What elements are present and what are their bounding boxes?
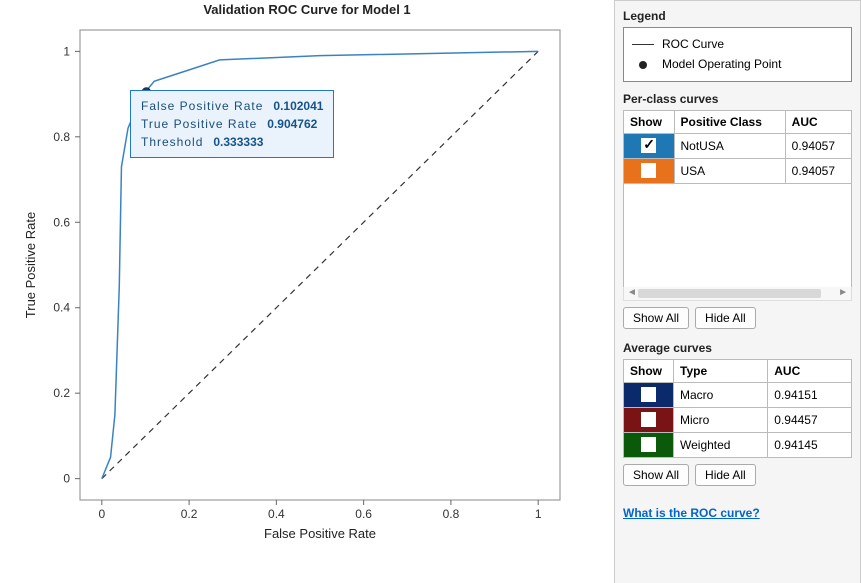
- table-header-row: Show Positive Class AUC: [624, 111, 851, 134]
- svg-text:0: 0: [63, 472, 70, 486]
- swatch-cell-usa[interactable]: [624, 158, 674, 183]
- auc-cell: 0.94057: [785, 133, 851, 158]
- chart-area: Validation ROC Curve for Model 1 00.20.4…: [0, 0, 614, 583]
- svg-text:0.8: 0.8: [53, 130, 70, 144]
- svg-text:True Positive Rate: True Positive Rate: [23, 212, 38, 318]
- auc-cell: 0.94457: [768, 407, 852, 432]
- line-icon: [632, 44, 654, 45]
- col-positive-class: Positive Class: [674, 111, 785, 134]
- legend-title: Legend: [623, 9, 852, 23]
- datatip: False Positive Rate 0.102041 True Positiv…: [130, 90, 334, 158]
- col-type: Type: [674, 359, 768, 382]
- legend-item-roc: ROC Curve: [632, 34, 843, 54]
- svg-text:0.2: 0.2: [53, 386, 70, 400]
- svg-text:0.2: 0.2: [181, 507, 198, 521]
- average-table: Show Type AUC Macro 0.94151 Micro 0.9445…: [623, 359, 852, 458]
- type-cell: Macro: [674, 382, 768, 407]
- checkbox-icon[interactable]: [641, 138, 656, 153]
- datatip-threshold-label: Threshold: [141, 133, 203, 151]
- class-cell: USA: [674, 158, 785, 183]
- svg-text:0.8: 0.8: [443, 507, 460, 521]
- per-class-title: Per-class curves: [623, 92, 852, 106]
- hide-all-button[interactable]: Hide All: [695, 464, 756, 486]
- horizontal-scrollbar[interactable]: [623, 287, 852, 301]
- svg-text:0.4: 0.4: [268, 507, 285, 521]
- datatip-fpr-value: 0.102041: [273, 97, 323, 115]
- datatip-fpr-label: False Positive Rate: [141, 97, 263, 115]
- legend-item-op: Model Operating Point: [632, 54, 843, 74]
- table-row: USA 0.94057: [624, 158, 851, 183]
- checkbox-icon[interactable]: [641, 412, 656, 427]
- auc-cell: 0.94057: [785, 158, 851, 183]
- swatch-cell-macro[interactable]: [624, 382, 674, 407]
- show-all-button[interactable]: Show All: [623, 307, 689, 329]
- svg-text:0.4: 0.4: [53, 301, 70, 315]
- help-link[interactable]: What is the ROC curve?: [623, 506, 760, 520]
- svg-text:0.6: 0.6: [53, 215, 70, 229]
- datatip-tpr-value: 0.904762: [267, 115, 317, 133]
- svg-text:0: 0: [98, 507, 105, 521]
- table-row: Micro 0.94457: [624, 407, 852, 432]
- legend-roc-label: ROC Curve: [662, 34, 724, 54]
- checkbox-icon[interactable]: [641, 163, 656, 178]
- average-button-row: Show All Hide All: [623, 464, 852, 486]
- col-auc: AUC: [768, 359, 852, 382]
- table-row: Macro 0.94151: [624, 382, 852, 407]
- dot-icon: [632, 61, 654, 69]
- per-class-table: Show Positive Class AUC NotUSA 0.94057 U…: [624, 111, 851, 184]
- auc-cell: 0.94151: [768, 382, 852, 407]
- per-class-table-wrap: Show Positive Class AUC NotUSA 0.94057 U…: [623, 110, 852, 288]
- svg-text:1: 1: [63, 44, 70, 58]
- datatip-tpr-label: True Positive Rate: [141, 115, 257, 133]
- col-show: Show: [624, 359, 674, 382]
- legend-box: ROC Curve Model Operating Point: [623, 27, 852, 82]
- hide-all-button[interactable]: Hide All: [695, 307, 756, 329]
- table-row: Weighted 0.94145: [624, 432, 852, 457]
- auc-cell: 0.94145: [768, 432, 852, 457]
- class-cell: NotUSA: [674, 133, 785, 158]
- datatip-threshold-value: 0.333333: [213, 133, 263, 151]
- checkbox-icon[interactable]: [641, 387, 656, 402]
- type-cell: Micro: [674, 407, 768, 432]
- swatch-cell-notusa[interactable]: [624, 133, 674, 158]
- type-cell: Weighted: [674, 432, 768, 457]
- side-panel: Legend ROC Curve Model Operating Point P…: [614, 0, 861, 583]
- legend-op-label: Model Operating Point: [662, 54, 781, 74]
- per-class-button-row: Show All Hide All: [623, 307, 852, 329]
- svg-text:0.6: 0.6: [355, 507, 372, 521]
- table-row: NotUSA 0.94057: [624, 133, 851, 158]
- swatch-cell-micro[interactable]: [624, 407, 674, 432]
- checkbox-icon[interactable]: [641, 437, 656, 452]
- average-title: Average curves: [623, 341, 852, 355]
- col-auc: AUC: [785, 111, 851, 134]
- swatch-cell-weighted[interactable]: [624, 432, 674, 457]
- roc-plot-svg: 0 0.2 0.4 0.6 0.8 1 0 0.2 0.4 0.6 0.8 1 False Positi…: [0, 0, 614, 583]
- table-header-row: Show Type AUC: [624, 359, 852, 382]
- svg-text:False Positive Rate: False Positive Rate: [264, 526, 376, 541]
- show-all-button[interactable]: Show All: [623, 464, 689, 486]
- svg-text:1: 1: [535, 507, 542, 521]
- col-show: Show: [624, 111, 674, 134]
